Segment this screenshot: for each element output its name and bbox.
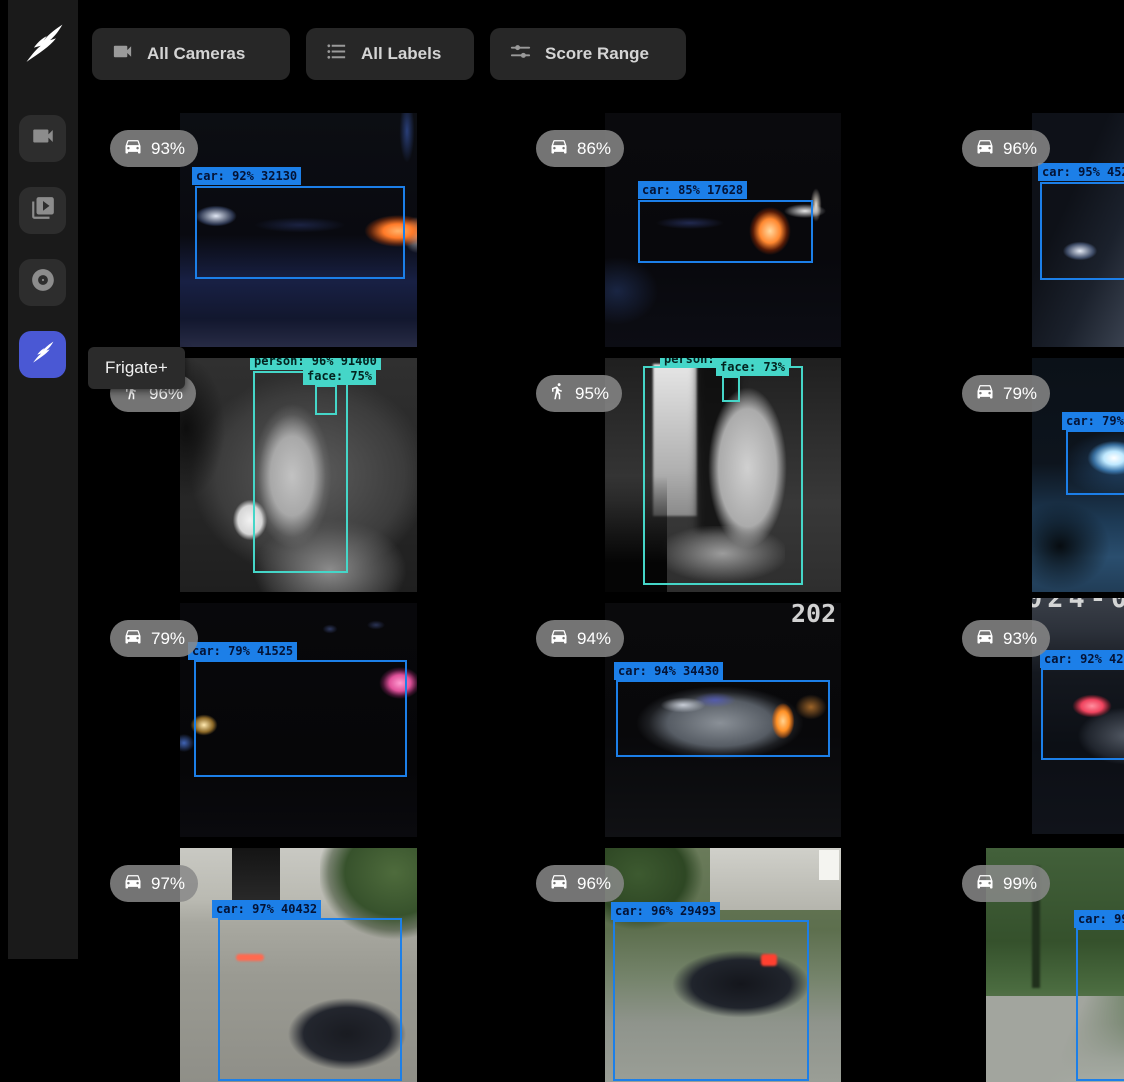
- score-value: 96%: [577, 874, 611, 894]
- bbox-label: car: 99% 25: [1074, 910, 1124, 928]
- bbox-label: car: 79% 41525: [188, 642, 297, 660]
- score-badge: 93%: [962, 620, 1050, 657]
- detection-bbox: [638, 200, 813, 263]
- timestamp-overlay: 202: [791, 603, 836, 628]
- bbox-label: car: 95% 45260: [1038, 163, 1124, 181]
- bbox-label: car: 79%: [1062, 412, 1124, 430]
- bbox-label: car: 97% 40432: [212, 900, 321, 918]
- sidebar-item-frigate-plus[interactable]: [19, 331, 66, 378]
- score-badge: 86%: [536, 130, 624, 167]
- car-icon: [975, 381, 995, 406]
- detection-bbox: [1040, 182, 1124, 280]
- detection-thumbnail[interactable]: car: 79% 41525: [180, 603, 417, 837]
- detection-thumbnail[interactable]: car: 92% 32130: [180, 113, 417, 347]
- scene-doorway: [232, 848, 280, 904]
- score-value: 96%: [1003, 139, 1037, 159]
- detection-bbox: [1076, 928, 1124, 1081]
- score-badge: 94%: [536, 620, 624, 657]
- score-badge: 96%: [962, 130, 1050, 167]
- score-badge: 96%: [536, 865, 624, 902]
- score-value: 93%: [1003, 629, 1037, 649]
- score-range-label: Score Range: [545, 44, 649, 64]
- car-icon: [975, 136, 995, 161]
- detection-bbox: [1066, 430, 1124, 495]
- detection-thumbnail[interactable]: 202 car: 94% 34430: [605, 603, 841, 837]
- score-value: 79%: [151, 629, 185, 649]
- detection-thumbnail[interactable]: car: 85% 17628: [605, 113, 841, 347]
- detection-bbox: [613, 920, 809, 1081]
- car-icon: [549, 871, 569, 896]
- car-icon: [549, 626, 569, 651]
- scene-window: [819, 850, 839, 880]
- detection-thumbnail[interactable]: car: 96% 29493: [605, 848, 841, 1082]
- record-icon: [30, 267, 56, 298]
- score-value: 99%: [1003, 874, 1037, 894]
- detection-thumbnail[interactable]: person: 96% 91400 face: 75%: [180, 358, 417, 592]
- sliders-icon: [509, 40, 532, 68]
- car-icon: [975, 626, 995, 651]
- score-badge: 93%: [110, 130, 198, 167]
- score-badge: 79%: [110, 620, 198, 657]
- score-value: 86%: [577, 139, 611, 159]
- face-bbox: [722, 376, 740, 402]
- detection-bbox: [1041, 668, 1124, 760]
- all-cameras-label: All Cameras: [147, 44, 245, 64]
- all-labels-filter-button[interactable]: All Labels: [306, 28, 474, 80]
- list-icon: [325, 40, 348, 68]
- sidebar: [8, 0, 78, 959]
- score-badge: 97%: [110, 865, 198, 902]
- frigate-app: { "sidebar": { "tooltip": "Frigate+", "i…: [0, 0, 1124, 959]
- face-label: face: 75%: [303, 367, 376, 385]
- sidebar-item-export[interactable]: [19, 259, 66, 306]
- sidebar-item-live[interactable]: [19, 115, 66, 162]
- face-bbox: [315, 385, 337, 415]
- detection-bbox: [195, 186, 405, 279]
- score-badge: 99%: [962, 865, 1050, 902]
- car-icon: [123, 626, 143, 651]
- car-icon: [123, 136, 143, 161]
- bbox-label: car: 92% 4216: [1040, 650, 1124, 668]
- all-cameras-filter-button[interactable]: All Cameras: [92, 28, 290, 80]
- timestamp-overlay: 024-08-0: [1032, 598, 1124, 614]
- detection-bbox: [218, 918, 402, 1081]
- detection-bbox: [616, 680, 830, 757]
- score-badge: 79%: [962, 375, 1050, 412]
- all-labels-label: All Labels: [361, 44, 441, 64]
- score-value: 95%: [575, 384, 609, 404]
- review-icon: [30, 195, 56, 226]
- score-badge: 95%: [536, 375, 622, 412]
- score-value: 79%: [1003, 384, 1037, 404]
- frigate-plus-tooltip: Frigate+: [88, 347, 185, 389]
- score-value: 93%: [151, 139, 185, 159]
- sidebar-item-review[interactable]: [19, 187, 66, 234]
- person-icon: [549, 382, 567, 405]
- detection-thumbnail[interactable]: car: 97% 40432: [180, 848, 417, 1082]
- bbox-label: car: 85% 17628: [638, 181, 747, 199]
- frigate-plus-icon: [30, 339, 56, 370]
- camera-icon: [30, 123, 56, 154]
- detection-thumbnail[interactable]: person: 94% 82630 face: 73%: [605, 358, 841, 592]
- detection-bbox: [194, 660, 407, 777]
- score-value: 94%: [577, 629, 611, 649]
- bbox-label: car: 94% 34430: [614, 662, 723, 680]
- score-value: 97%: [151, 874, 185, 894]
- bbox-label: car: 96% 29493: [611, 902, 720, 920]
- car-icon: [549, 136, 569, 161]
- car-icon: [975, 871, 995, 896]
- camera-icon: [111, 40, 134, 68]
- face-label: face: 73%: [716, 358, 789, 376]
- score-range-filter-button[interactable]: Score Range: [490, 28, 686, 80]
- car-icon: [123, 871, 143, 896]
- frigate-logo-icon: [21, 20, 67, 72]
- bbox-label: car: 92% 32130: [192, 167, 301, 185]
